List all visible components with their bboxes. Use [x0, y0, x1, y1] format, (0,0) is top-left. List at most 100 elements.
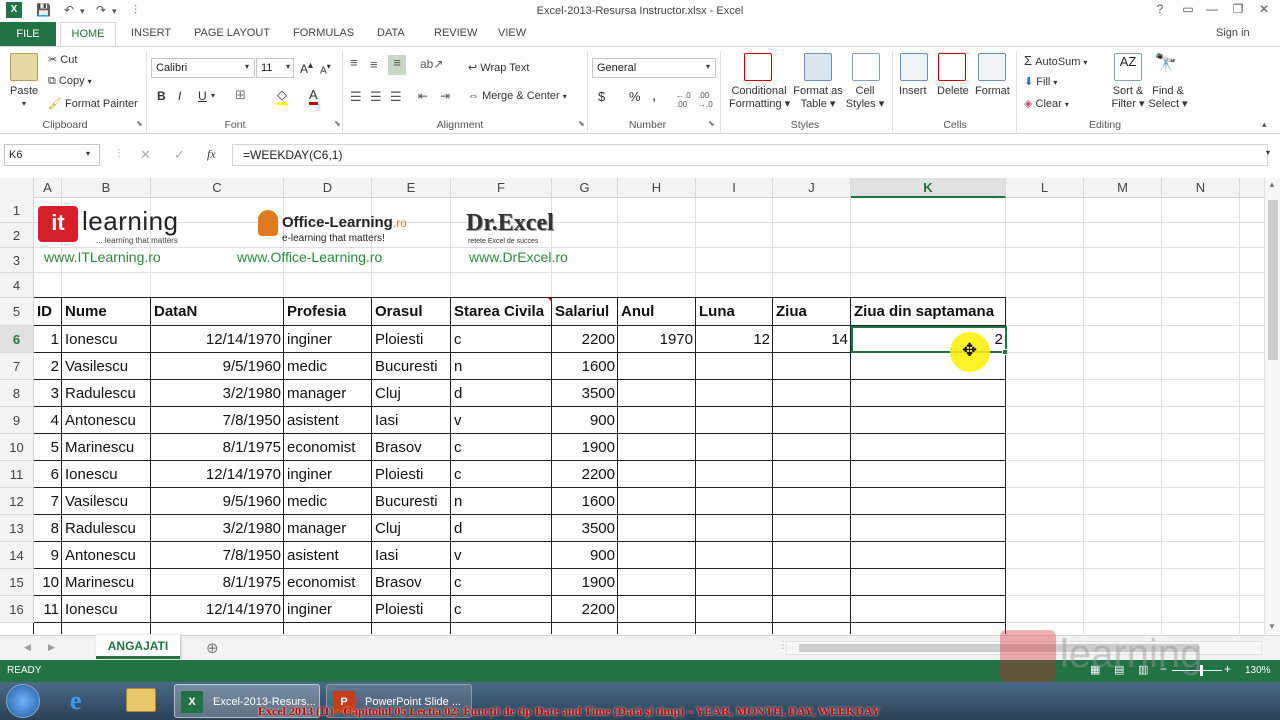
table-cell[interactable]: 12/14/1970 [151, 461, 284, 488]
zoom-level[interactable]: 130% [1245, 665, 1271, 676]
bold-button[interactable]: B [157, 89, 166, 103]
table-cell[interactable]: Radulescu [62, 380, 151, 407]
currency-button[interactable]: $ [598, 89, 605, 104]
table-cell[interactable]: Ploiesti [372, 461, 451, 488]
table-cell[interactable]: Marinescu [62, 434, 151, 461]
row-header-11[interactable]: 11 [0, 461, 34, 488]
table-cell[interactable]: Ploiesti [372, 596, 451, 623]
tab-home[interactable]: HOME [60, 22, 116, 46]
internet-explorer-icon[interactable]: e [70, 686, 82, 716]
table-cell[interactable]: d [451, 380, 552, 407]
table-cell[interactable]: 8 [34, 515, 62, 542]
middle-align-icon[interactable]: ≡ [370, 57, 378, 72]
start-button-icon[interactable] [6, 684, 40, 718]
table-cell[interactable]: 12/14/1970 [151, 596, 284, 623]
row-header-7[interactable]: 7 [0, 353, 34, 380]
table-cell[interactable]: manager [284, 515, 372, 542]
office-learning-url[interactable]: www.Office-Learning.ro [237, 249, 382, 265]
table-cell[interactable]: medic [284, 353, 372, 380]
table-cell[interactable]: Cluj [372, 515, 451, 542]
fill-handle[interactable] [1002, 349, 1008, 355]
row-header-10[interactable]: 10 [0, 434, 34, 461]
percent-button[interactable]: % [629, 89, 641, 104]
format-as-table-icon[interactable] [804, 53, 832, 81]
table-cell[interactable]: c [451, 434, 552, 461]
table-cell[interactable]: Vasilescu [62, 353, 151, 380]
table-cell[interactable]: 1970 [618, 326, 696, 353]
cell-styles-icon[interactable] [852, 53, 880, 81]
table-cell[interactable]: 9/5/1960 [151, 353, 284, 380]
decrease-decimal-icon[interactable]: .00 →.0 [698, 91, 713, 109]
scroll-up-icon[interactable]: ▲ [1268, 180, 1276, 189]
table-cell[interactable]: 3500 [552, 380, 618, 407]
table-cell[interactable]: c [451, 596, 552, 623]
delete-cells-button[interactable]: Delete [937, 85, 969, 97]
table-cell[interactable]: 1900 [552, 434, 618, 461]
table-cell[interactable]: medic [284, 488, 372, 515]
table-cell[interactable]: 8/1/1975 [151, 434, 284, 461]
column-header-m[interactable]: M [1084, 178, 1162, 198]
table-cell[interactable]: 1600 [552, 353, 618, 380]
tab-view[interactable]: VIEW [498, 27, 526, 39]
restore-button[interactable]: ❐ [1226, 2, 1250, 20]
table-cell[interactable]: 900 [552, 407, 618, 434]
header-cell[interactable]: Salariul [552, 298, 618, 326]
row-header-14[interactable]: 14 [0, 542, 34, 569]
table-cell[interactable]: Ionescu [62, 461, 151, 488]
scroll-down-icon[interactable]: ▼ [1268, 622, 1276, 631]
tab-review[interactable]: REVIEW [434, 27, 477, 39]
column-header-k[interactable]: K [851, 178, 1006, 198]
format-cells-button[interactable]: Format [975, 85, 1010, 97]
wrap-text-button[interactable]: ↩ Wrap Text [468, 61, 529, 74]
table-cell[interactable]: 5 [34, 434, 62, 461]
conditional-formatting-icon[interactable] [744, 53, 772, 81]
format-cells-icon[interactable] [978, 53, 1006, 81]
increase-decimal-icon[interactable]: ←.0.00 [676, 91, 691, 109]
merge-center-button[interactable]: ⇔ Merge & Center ▾ [468, 90, 567, 102]
insert-cells-icon[interactable] [900, 53, 928, 81]
borders-icon[interactable]: ⊞ [235, 87, 246, 103]
row-header-15[interactable]: 15 [0, 569, 34, 596]
header-cell[interactable]: Anul [618, 298, 696, 326]
table-cell[interactable]: asistent [284, 407, 372, 434]
cell-styles-button[interactable]: Cell Styles ▾ [842, 85, 888, 110]
paste-dropdown-icon[interactable]: ▾ [22, 99, 26, 108]
table-cell[interactable]: d [451, 515, 552, 542]
table-cell[interactable]: v [451, 542, 552, 569]
underline-button[interactable]: U [198, 89, 207, 103]
sort-filter-button[interactable]: Sort & Filter ▾ [1108, 85, 1148, 110]
decrease-indent-icon[interactable]: ⇤ [418, 89, 428, 103]
table-cell[interactable]: 2200 [552, 596, 618, 623]
header-cell[interactable]: Ziua [773, 298, 851, 326]
header-cell[interactable]: ID [34, 298, 62, 326]
comma-button[interactable]: , [652, 87, 656, 104]
table-cell[interactable]: Antonescu [62, 542, 151, 569]
row-header-1[interactable]: 1 [0, 198, 34, 223]
clipboard-launcher-icon[interactable]: ⬊ [136, 119, 143, 128]
table-cell[interactable]: 3 [34, 380, 62, 407]
collapse-ribbon-icon[interactable]: ▴ [1262, 119, 1267, 130]
table-cell[interactable]: inginer [284, 461, 372, 488]
font-size-dropdown-icon[interactable]: ▾ [286, 62, 290, 71]
column-header-e[interactable]: E [372, 178, 451, 198]
sort-filter-icon[interactable]: AZ [1114, 53, 1142, 81]
table-cell[interactable]: Ploiesti [372, 326, 451, 353]
table-cell[interactable]: Bucuresti [372, 488, 451, 515]
cut-button[interactable]: ✂ Cut [48, 53, 77, 66]
copy-button[interactable]: ⧉ Copy ▾ [48, 75, 92, 88]
alignment-launcher-icon[interactable]: ⬊ [578, 119, 585, 128]
ribbon-display-options-icon[interactable]: ▭ [1176, 2, 1200, 20]
number-launcher-icon[interactable]: ⬊ [708, 119, 715, 128]
table-cell[interactable]: 2200 [552, 461, 618, 488]
row-header-3[interactable]: 3 [0, 248, 34, 273]
help-button[interactable]: ? [1148, 2, 1172, 20]
table-cell[interactable]: 900 [552, 542, 618, 569]
minimize-button[interactable]: — [1200, 2, 1224, 20]
font-launcher-icon[interactable]: ⬊ [334, 119, 341, 128]
insert-cells-button[interactable]: Insert [899, 85, 927, 97]
row-header-12[interactable]: 12 [0, 488, 34, 515]
table-cell[interactable]: 6 [34, 461, 62, 488]
column-header-d[interactable]: D [284, 178, 372, 198]
row-header-5[interactable]: 5 [0, 298, 34, 326]
tab-formulas[interactable]: FORMULAS [293, 27, 354, 39]
